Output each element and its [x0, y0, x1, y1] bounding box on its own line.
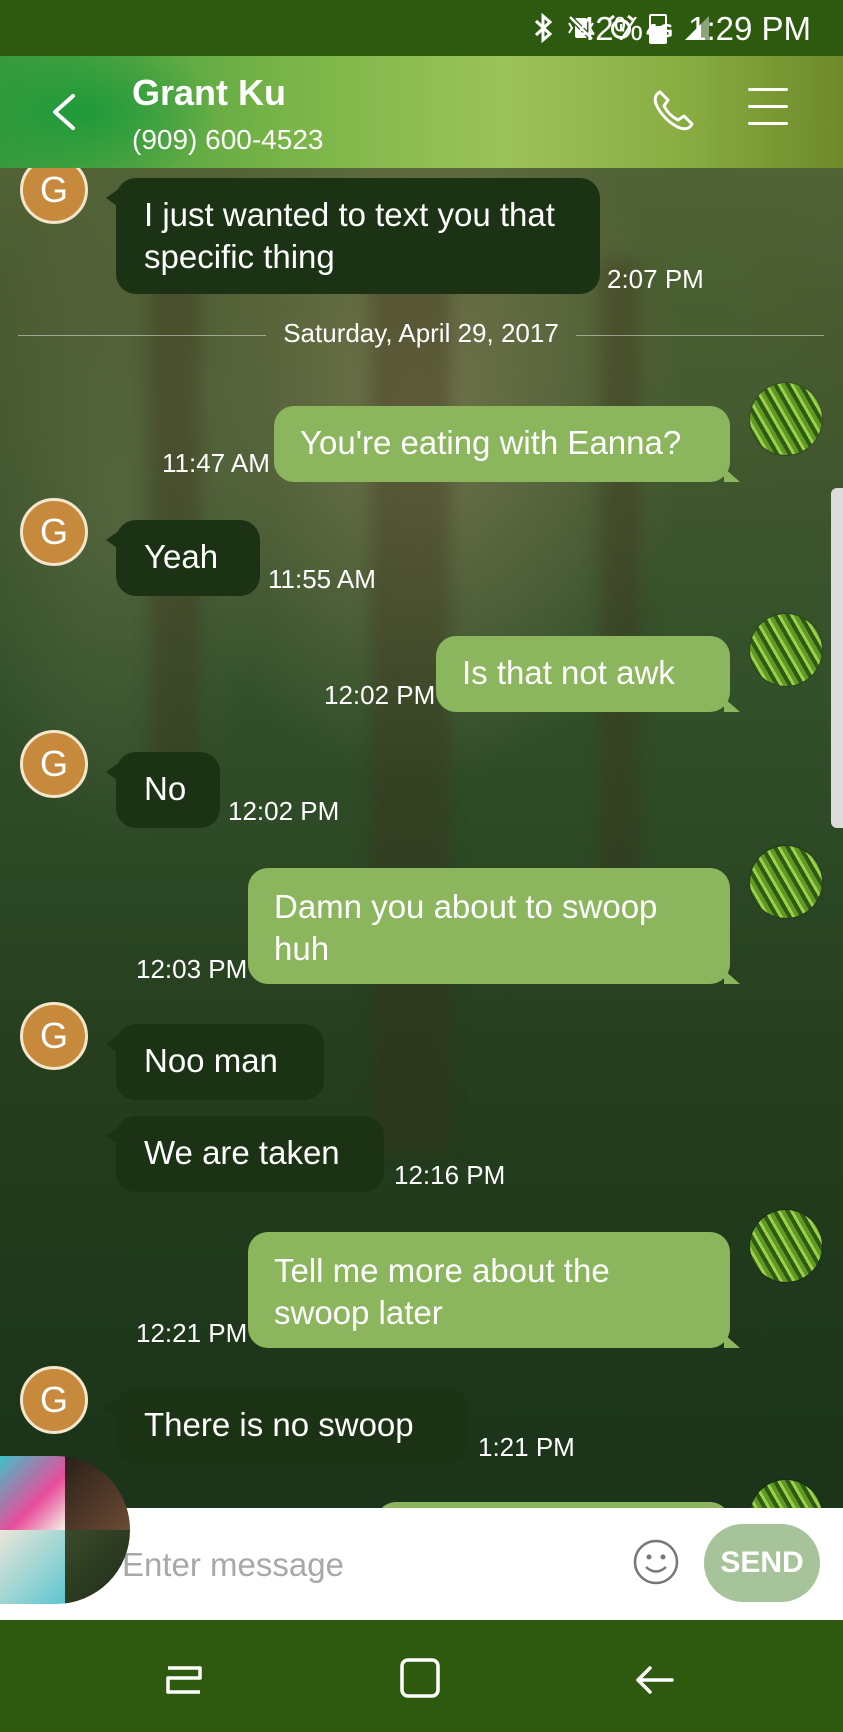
menu-icon-line: [748, 88, 788, 91]
scrollbar-handle[interactable]: [831, 488, 843, 828]
my-avatar[interactable]: [750, 383, 822, 455]
my-avatar[interactable]: [750, 1210, 822, 1282]
incoming-message-bubble[interactable]: No: [106, 752, 220, 828]
message-text: We are taken: [144, 1134, 340, 1171]
battery-icon: [649, 14, 667, 44]
message-text: Tell me more about the swoop later: [274, 1252, 610, 1331]
back-arrow-icon: [53, 94, 75, 130]
emoji-button[interactable]: [632, 1538, 680, 1586]
incoming-message-bubble[interactable]: Yeah: [106, 520, 260, 596]
message-time: 11:47 AM: [162, 448, 270, 478]
my-avatar[interactable]: [750, 614, 822, 686]
status-bar: 4G 42% 1:29 PM: [0, 0, 843, 56]
smiley-icon: [633, 1539, 679, 1585]
message-thread[interactable]: G I just wanted to text you that specifi…: [0, 168, 843, 1508]
message-text: Damn you about to swoop huh: [274, 888, 658, 967]
message-text: There is no swoop: [144, 1406, 414, 1443]
message-text: No: [144, 770, 187, 807]
outgoing-message-bubble[interactable]: Tell me more about the swoop later: [248, 1232, 740, 1348]
date-divider-label: Saturday, April 29, 2017: [283, 318, 559, 348]
home-button[interactable]: [392, 1650, 452, 1710]
group-avatar[interactable]: [0, 1456, 130, 1604]
recent-apps-icon: [166, 1666, 202, 1694]
status-time: 1:29 PM: [688, 10, 811, 47]
outgoing-message-bubble[interactable]: Is that not awk: [436, 636, 740, 712]
message-time: 11:55 AM: [268, 564, 376, 594]
message-text: You're eating with Eanna?: [300, 424, 682, 461]
contact-avatar[interactable]: G: [20, 1366, 88, 1434]
bluetooth-icon: [532, 12, 556, 52]
contact-avatar[interactable]: G: [20, 498, 88, 566]
message-text: Noo man: [144, 1042, 278, 1079]
my-avatar[interactable]: [750, 1480, 822, 1508]
menu-button[interactable]: [748, 88, 788, 132]
incoming-message-bubble[interactable]: I just wanted to text you that specific …: [106, 178, 600, 294]
back-button[interactable]: [30, 80, 100, 144]
outgoing-message-bubble[interactable]: You're eating with Eanna?: [274, 406, 740, 482]
battery-percent: 42%: [576, 10, 643, 47]
call-button[interactable]: [650, 86, 706, 142]
message-time: 1:21 PM: [478, 1432, 575, 1462]
avatar-initial: G: [39, 743, 68, 784]
message-time: 2:07 PM: [607, 264, 704, 294]
avatar-initial: G: [39, 1015, 68, 1056]
back-nav-button[interactable]: [626, 1650, 686, 1710]
navigation-bar: [0, 1620, 843, 1732]
contact-avatar[interactable]: G: [20, 1002, 88, 1070]
message-time: 12:02 PM: [228, 796, 340, 826]
incoming-message-bubble[interactable]: We are taken: [106, 1116, 384, 1192]
contact-avatar[interactable]: G: [20, 168, 88, 224]
message-text: Is that not awk: [462, 654, 675, 691]
send-button[interactable]: SEND: [704, 1524, 820, 1602]
home-icon: [400, 1658, 440, 1698]
message-time: 12:16 PM: [394, 1160, 506, 1190]
recent-apps-button[interactable]: [160, 1650, 220, 1710]
phone-icon: [653, 90, 694, 131]
message-time: 12:02 PM: [324, 680, 436, 710]
menu-icon-line: [748, 122, 788, 125]
contact-avatar[interactable]: G: [20, 730, 88, 798]
incoming-message-bubble[interactable]: Noo man: [106, 1024, 324, 1100]
back-arrow-icon: [636, 1666, 674, 1694]
avatar-initial: G: [39, 1379, 68, 1420]
avatar-initial: G: [39, 169, 68, 210]
menu-icon-line: [748, 105, 788, 108]
message-text: Yeah: [144, 538, 219, 575]
message-time: 12:03 PM: [136, 954, 248, 984]
outgoing-message-bubble[interactable]: Damn you about to swoop huh: [248, 868, 740, 984]
contact-name[interactable]: Grant Ku: [132, 72, 286, 114]
date-divider: Saturday, April 29, 2017: [18, 318, 824, 350]
my-avatar[interactable]: [750, 846, 822, 918]
conversation-header: Grant Ku (909) 600-4523: [0, 56, 843, 168]
contact-phone: (909) 600-4523: [132, 124, 324, 155]
incoming-message-bubble[interactable]: There is no swoop: [106, 1388, 468, 1464]
message-text: I just wanted to text you that specific …: [144, 196, 555, 275]
message-time: 12:21 PM: [136, 1318, 248, 1348]
message-input[interactable]: [120, 1534, 624, 1596]
avatar-initial: G: [39, 511, 68, 552]
